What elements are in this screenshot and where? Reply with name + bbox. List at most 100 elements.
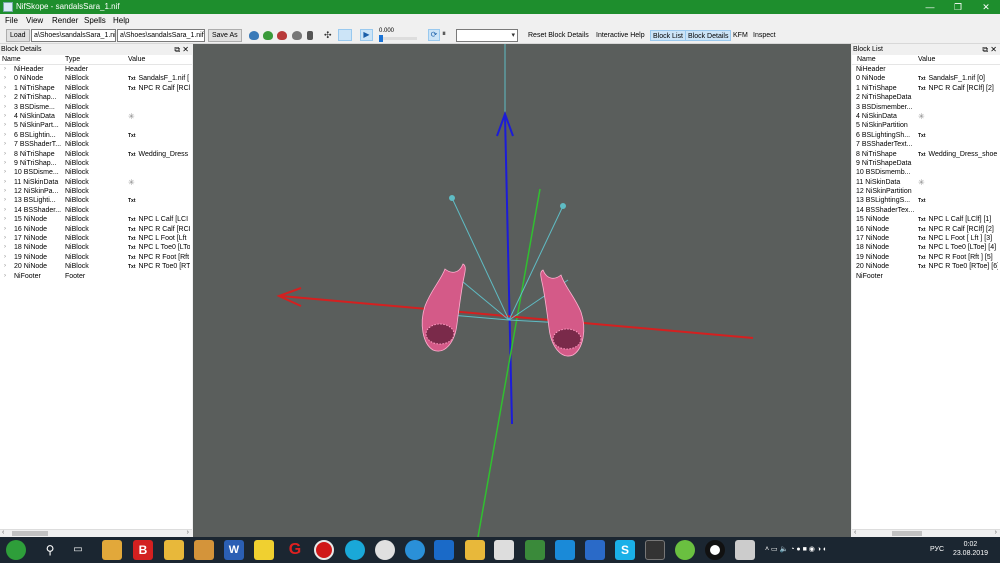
expand-arrow-icon[interactable]: › bbox=[4, 112, 6, 121]
start-button-icon[interactable] bbox=[6, 540, 26, 560]
expand-arrow-icon[interactable]: › bbox=[4, 84, 6, 93]
column-value[interactable]: Value bbox=[918, 55, 935, 65]
animation-select[interactable]: ▾ bbox=[456, 29, 518, 42]
tree-row[interactable]: 20 NiNode Txt NPC R Toe0 [RToe] [6] bbox=[852, 262, 1000, 271]
panel-float-close-icon[interactable]: ⧉ ✕ bbox=[982, 44, 997, 55]
menu-view[interactable]: View bbox=[26, 16, 43, 25]
batman-icon[interactable] bbox=[254, 540, 274, 560]
load-button[interactable]: Load bbox=[6, 29, 30, 42]
expand-arrow-icon[interactable]: › bbox=[4, 150, 6, 159]
app-icon[interactable] bbox=[194, 540, 214, 560]
load-path-field[interactable]: a\Shoes\sandalsSara_1.nif bbox=[31, 29, 116, 42]
expand-arrow-icon[interactable]: › bbox=[4, 225, 6, 234]
column-name[interactable]: Name bbox=[857, 55, 876, 65]
tree-row[interactable]: › 10 BSDisme... NiBlock bbox=[0, 168, 192, 177]
tree-row[interactable]: NiFooter bbox=[852, 272, 1000, 281]
save-path-field[interactable]: a\Shoes\sandalsSara_1.nif bbox=[117, 29, 205, 42]
tree-row[interactable]: › 4 NiSkinData NiBlock ✳ bbox=[0, 112, 192, 121]
tree-row[interactable]: 16 NiNode Txt NPC R Calf [RClf] [2] bbox=[852, 225, 1000, 234]
column-type[interactable]: Type bbox=[65, 55, 80, 65]
expand-arrow-icon[interactable]: › bbox=[4, 74, 6, 83]
expand-arrow-icon[interactable]: › bbox=[4, 131, 6, 140]
scroll-right-icon[interactable]: › bbox=[995, 529, 997, 536]
tree-row[interactable]: › NiHeader Header bbox=[0, 65, 192, 74]
language-indicator[interactable]: РУС bbox=[930, 537, 944, 563]
nifskope-taskbar-icon[interactable] bbox=[735, 540, 755, 560]
tree-row[interactable]: › 5 NiSkinPart... NiBlock bbox=[0, 121, 192, 130]
expand-arrow-icon[interactable]: › bbox=[4, 159, 6, 168]
loop-icon[interactable]: ⟳ bbox=[428, 29, 440, 41]
tree-row[interactable]: › 18 NiNode NiBlock Txt NPC L Toe0 [LTo bbox=[0, 243, 192, 252]
render-viewport[interactable] bbox=[193, 44, 851, 537]
app-icon[interactable] bbox=[645, 540, 665, 560]
tree-row[interactable]: 1 NiTriShape Txt NPC R Calf [RClf] [2] bbox=[852, 84, 1000, 93]
view-mode-icon[interactable] bbox=[263, 31, 273, 40]
walk-icon[interactable] bbox=[307, 31, 313, 40]
expand-arrow-icon[interactable]: › bbox=[4, 234, 6, 243]
app-icon[interactable] bbox=[345, 540, 365, 560]
system-tray[interactable]: ˄ ▭ 🔈 ◔ ● ■ ◉ ◑ ◐ bbox=[765, 537, 925, 563]
tree-row[interactable]: › 19 NiNode NiBlock Txt NPC R Foot [Rft bbox=[0, 253, 192, 262]
app-icon[interactable] bbox=[164, 540, 184, 560]
app-icon[interactable] bbox=[375, 540, 395, 560]
tree-row[interactable]: › 12 NiSkinPa... NiBlock bbox=[0, 187, 192, 196]
horizontal-scrollbar[interactable]: ‹ › bbox=[0, 529, 192, 537]
save-as-button[interactable]: Save As bbox=[208, 29, 242, 42]
column-name[interactable]: Name bbox=[2, 55, 21, 65]
expand-arrow-icon[interactable]: › bbox=[4, 140, 6, 149]
column-value[interactable]: Value bbox=[128, 55, 145, 65]
tree-row[interactable]: 17 NiNode Txt NPC L Foot [ Lft ] [3] bbox=[852, 234, 1000, 243]
tree-row[interactable]: › 11 NiSkinData NiBlock ✳ bbox=[0, 178, 192, 187]
menu-help[interactable]: Help bbox=[113, 16, 129, 25]
interactive-help-button[interactable]: Interactive Help bbox=[594, 30, 647, 41]
menu-spells[interactable]: Spells bbox=[84, 16, 106, 25]
tree-row[interactable]: › 13 BSLighti... NiBlock Txt bbox=[0, 196, 192, 205]
expand-arrow-icon[interactable]: › bbox=[4, 253, 6, 262]
panel-float-close-icon[interactable]: ⧉ ✕ bbox=[174, 44, 189, 55]
tree-row[interactable]: 6 BSLightingSh... Txt bbox=[852, 131, 1000, 140]
tree-row[interactable]: 8 NiTriShape Txt Wedding_Dress_shoe bbox=[852, 150, 1000, 159]
expand-arrow-icon[interactable]: › bbox=[4, 65, 6, 74]
app-icon[interactable] bbox=[434, 540, 454, 560]
tree-row[interactable]: 4 NiSkinData ✳ bbox=[852, 112, 1000, 121]
app-icon[interactable] bbox=[405, 540, 425, 560]
expand-arrow-icon[interactable]: › bbox=[4, 215, 6, 224]
tree-row[interactable]: › 9 NiTriShap... NiBlock bbox=[0, 159, 192, 168]
scroll-left-icon[interactable]: ‹ bbox=[854, 529, 856, 536]
tree-row[interactable]: › 20 NiNode NiBlock Txt NPC R Toe0 [RT bbox=[0, 262, 192, 271]
tree-row[interactable]: 18 NiNode Txt NPC L Toe0 [LToe] [4] bbox=[852, 243, 1000, 252]
scroll-thumb[interactable] bbox=[12, 531, 48, 536]
folder-icon[interactable] bbox=[465, 540, 485, 560]
save-icon[interactable] bbox=[585, 540, 605, 560]
tree-row[interactable]: › 1 NiTriShape NiBlock Txt NPC R Calf [RCl bbox=[0, 84, 192, 93]
scene-svg[interactable] bbox=[193, 44, 851, 537]
tree-row[interactable]: 3 BSDismember... bbox=[852, 103, 1000, 112]
scroll-right-icon[interactable]: › bbox=[187, 529, 189, 536]
tree-row[interactable]: 13 BSLightingS... Txt bbox=[852, 196, 1000, 205]
clock[interactable]: 0:02 23.08.2019 bbox=[953, 540, 988, 558]
expand-arrow-icon[interactable]: › bbox=[4, 178, 6, 187]
maximize-button[interactable]: ❐ bbox=[944, 0, 972, 14]
reset-block-details-button[interactable]: Reset Block Details bbox=[526, 30, 591, 41]
search-icon[interactable]: ⚲ bbox=[40, 540, 60, 560]
tree-row[interactable]: 14 BSShaderTex... bbox=[852, 206, 1000, 215]
inspect-toggle[interactable]: Inspect bbox=[751, 30, 778, 41]
block-list-toggle[interactable]: Block List bbox=[650, 30, 686, 41]
task-view-icon[interactable]: ▭ bbox=[68, 540, 88, 560]
word-icon[interactable]: W bbox=[224, 540, 244, 560]
expand-arrow-icon[interactable]: › bbox=[4, 243, 6, 252]
menu-render[interactable]: Render bbox=[52, 16, 78, 25]
view-mode-icon[interactable] bbox=[277, 31, 287, 40]
expand-arrow-icon[interactable]: › bbox=[4, 196, 6, 205]
tree-row[interactable]: › 3 BSDisme... NiBlock bbox=[0, 103, 192, 112]
tree-row[interactable]: › NiFooter Footer bbox=[0, 272, 192, 281]
tree-row[interactable]: › 2 NiTriShap... NiBlock bbox=[0, 93, 192, 102]
switch-icon[interactable]: ⏸ bbox=[442, 29, 454, 41]
tree-row[interactable]: › 14 BSShader... NiBlock bbox=[0, 206, 192, 215]
expand-arrow-icon[interactable]: › bbox=[4, 121, 6, 130]
app-icon[interactable] bbox=[555, 540, 575, 560]
block-details-toggle[interactable]: Block Details bbox=[685, 30, 732, 41]
b-app-icon[interactable]: B bbox=[133, 540, 153, 560]
tree-row[interactable]: 11 NiSkinData ✳ bbox=[852, 178, 1000, 187]
kfm-toggle[interactable]: KFM bbox=[731, 30, 750, 41]
